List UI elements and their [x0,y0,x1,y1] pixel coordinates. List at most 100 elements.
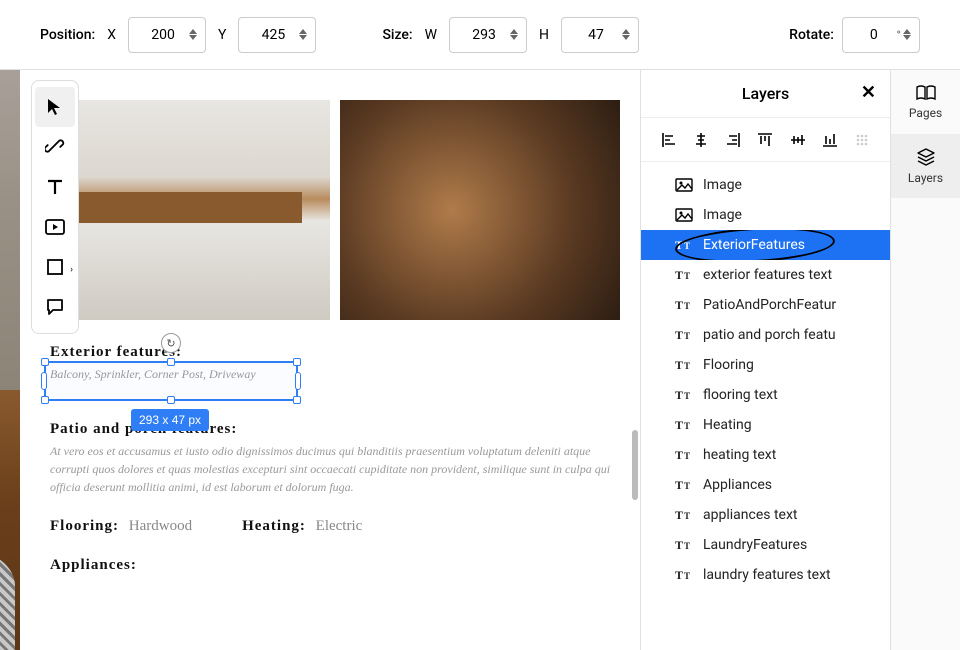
rotate-label: Rotate: [789,27,834,43]
rotate-input[interactable]: 0 ° [842,17,920,53]
flooring-value[interactable]: Hardwood [129,518,192,534]
size-w-stepper[interactable] [510,29,518,40]
svg-text:T: T [684,421,690,431]
layer-item[interactable]: TT Heating [641,410,890,440]
svg-text:T: T [675,568,683,582]
layer-item[interactable]: TTFlooring [641,350,890,380]
svg-text:T: T [684,241,690,251]
resize-handle[interactable] [41,372,47,390]
layer-item[interactable]: TTexterior features text [641,260,890,290]
position-x-value: 200 [137,27,189,43]
layer-item[interactable]: TTpatio and porch featu [641,320,890,350]
layers-panel: Layers ✕ ImageImageTTExteriorFeaturesTTe… [640,70,890,650]
tab-pages[interactable]: Pages [891,70,960,134]
layer-list[interactable]: ImageImageTTExteriorFeaturesTTexterior f… [641,162,890,650]
heating-value[interactable]: Electric [316,518,363,534]
svg-text:T: T [684,331,690,341]
flooring-label[interactable]: Flooring: [50,518,119,534]
svg-text:T: T [684,271,690,281]
heading-exterior-features[interactable]: Exterior features: [50,344,620,361]
image-kitchen[interactable] [50,100,330,320]
size-w-input[interactable]: 293 [449,17,527,53]
text-icon: TT [675,538,693,552]
layer-item-label: laundry features text [703,567,831,583]
align-center-v-icon[interactable] [787,129,809,151]
resize-handle[interactable] [41,358,49,366]
position-x-stepper[interactable] [189,29,197,40]
resize-handle[interactable] [167,396,175,404]
top-toolbar: Position: X 200 Y 425 Size: W 293 H 47 R… [0,0,960,70]
image-dining[interactable] [340,100,620,320]
scrollbar[interactable] [632,430,638,500]
distribute-icon [851,129,873,151]
layer-item[interactable]: TT heating text [641,440,890,470]
video-tool[interactable] [35,207,75,247]
position-y-stepper[interactable] [299,29,307,40]
svg-text:T: T [675,328,683,342]
layer-item-label: flooring text [703,387,778,403]
text-icon: TT [675,238,693,252]
layer-item[interactable]: TTLaundryFeatures [641,530,890,560]
tab-layers-label: Layers [908,171,943,185]
layer-item-label: exterior features text [703,267,832,283]
rotate-handle-icon[interactable]: ↻ [161,333,181,353]
patio-features-text[interactable]: At vero eos et accusamus et iusto odio d… [50,442,620,496]
resize-handle[interactable] [295,372,301,390]
layer-item[interactable]: TTExteriorFeatures [641,230,890,260]
layers-title-text: Layers [742,84,789,103]
align-bottom-icon[interactable] [819,129,841,151]
svg-text:T: T [675,418,683,432]
position-y-input[interactable]: 425 [238,17,316,53]
selection-box[interactable]: ↻ 293 x 47 px [44,361,298,401]
svg-text:T: T [684,301,690,311]
position-x-input[interactable]: 200 [128,17,206,53]
align-right-icon[interactable] [722,129,744,151]
comment-tool[interactable] [35,287,75,327]
align-top-icon[interactable] [754,129,776,151]
size-h-stepper[interactable] [622,29,630,40]
tab-layers[interactable]: Layers [891,134,960,198]
text-tool[interactable] [35,167,75,207]
layer-item[interactable]: TT flooring text [641,380,890,410]
alignment-tools [641,118,890,162]
text-icon: TT [675,298,693,312]
degree-symbol: ° [897,28,901,42]
layers-panel-title: Layers ✕ [641,70,890,118]
resize-handle[interactable] [293,358,301,366]
svg-text:T: T [675,478,683,492]
layer-item[interactable]: TT PatioAndPorchFeatur [641,290,890,320]
text-icon: TT [675,388,693,402]
select-tool[interactable] [35,87,75,127]
layer-item[interactable]: Image [641,200,890,230]
close-icon[interactable]: ✕ [861,82,876,103]
appliances-label[interactable]: Appliances: [50,557,620,574]
layer-item-label: Image [703,177,742,193]
layer-item[interactable]: TTlaundry features text [641,560,890,590]
shape-tool[interactable]: › [35,247,75,287]
canvas[interactable]: Exterior features: Balcony, Sprinkler, C… [0,70,640,650]
layer-item-label: PatioAndPorchFeatur [703,297,836,313]
text-icon: TT [675,448,693,462]
size-w-value: 293 [458,27,510,43]
layer-item-label: Heating [703,417,752,433]
heating-label[interactable]: Heating: [242,518,306,534]
rotate-stepper[interactable] [903,29,911,40]
selection-size-badge: 293 x 47 px [131,409,209,431]
svg-text:T: T [675,448,683,462]
resize-handle[interactable] [41,396,49,404]
resize-handle[interactable] [167,358,175,366]
layer-item[interactable]: TTappliances text [641,500,890,530]
link-tool[interactable] [35,127,75,167]
align-center-h-icon[interactable] [690,129,712,151]
image-icon [675,178,693,192]
layer-item-label: Flooring [703,357,754,373]
layer-item[interactable]: Image [641,170,890,200]
svg-text:T: T [675,358,683,372]
align-left-icon[interactable] [658,129,680,151]
size-h-value: 47 [570,27,622,43]
layer-item[interactable]: TTAppliances [641,470,890,500]
layer-item-label: heating text [703,447,776,463]
size-h-input[interactable]: 47 [561,17,639,53]
resize-handle[interactable] [293,396,301,404]
text-icon: TT [675,478,693,492]
